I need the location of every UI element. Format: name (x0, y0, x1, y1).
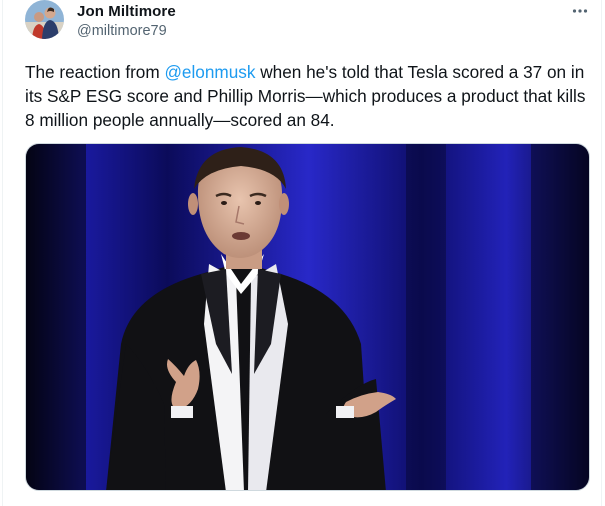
more-button[interactable] (567, 0, 593, 22)
tweet-text: The reaction from @elonmusk when he's to… (25, 60, 590, 132)
tweet-text-before: The reaction from (25, 62, 165, 82)
avatar[interactable] (25, 0, 64, 39)
author-handle[interactable]: @miltimore79 (77, 23, 167, 39)
tweet-card: Jon Miltimore @miltimore79 The reaction … (2, 0, 602, 506)
mention-link[interactable]: @elonmusk (164, 62, 255, 82)
tweet-photo[interactable] (25, 143, 590, 491)
author-name[interactable]: Jon Miltimore (77, 3, 176, 20)
more-horizontal-icon (572, 9, 588, 13)
photo-image (26, 144, 589, 490)
